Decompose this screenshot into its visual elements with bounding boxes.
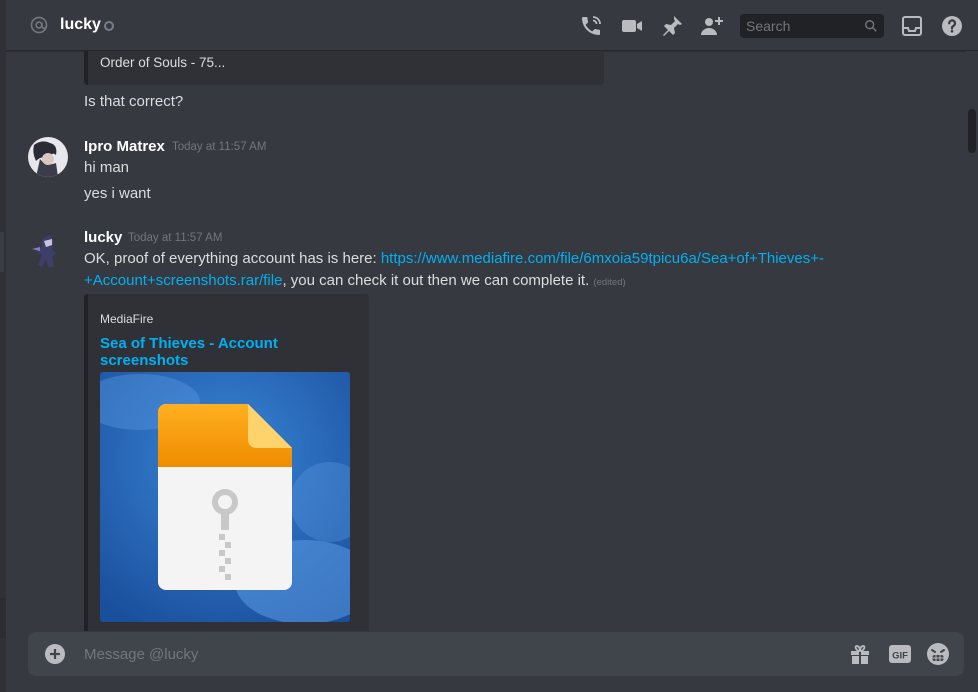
- user-avatar-image: [28, 137, 68, 177]
- emoji-picker-icon[interactable]: [926, 642, 950, 666]
- inbox-icon[interactable]: [900, 14, 924, 38]
- message-scrollbar[interactable]: [966, 51, 978, 631]
- channel-header: lucky: [6, 0, 978, 51]
- offline-status-icon: [104, 21, 114, 31]
- embed-provider[interactable]: MediaFire: [100, 312, 153, 326]
- sidebar-edge-marker: [0, 232, 4, 272]
- message-text: , you can check it out then we can compl…: [282, 272, 590, 289]
- search-box[interactable]: [740, 14, 884, 38]
- scrollbar-thumb[interactable]: [968, 109, 976, 153]
- edited-label: (edited): [593, 277, 626, 288]
- channel-title: lucky: [60, 16, 101, 33]
- message-timestamp: Today at 11:57 AM: [172, 141, 267, 153]
- message-text-line-1: OK, proof of everything account has is h…: [84, 248, 924, 270]
- embed-title[interactable]: Sea of Thieves - Account screenshots: [100, 335, 369, 369]
- pin-icon[interactable]: [660, 14, 684, 38]
- user-avatar-image: [28, 229, 68, 269]
- video-call-icon[interactable]: [620, 14, 644, 38]
- search-input[interactable]: [740, 14, 860, 38]
- mediafire-link-continued[interactable]: +Account+screenshots.rar/file: [84, 272, 282, 289]
- message-text: Is that correct?: [84, 93, 184, 110]
- avatar[interactable]: [28, 229, 68, 269]
- message-list[interactable]: Order of Souls - 75... Is that correct? …: [6, 51, 966, 631]
- attach-plus-icon[interactable]: [45, 644, 65, 664]
- message-composer: GIF: [28, 632, 964, 676]
- message-text: hi man: [84, 159, 130, 176]
- voice-call-icon[interactable]: [579, 14, 603, 38]
- archive-file-icon: [100, 372, 350, 622]
- app-window: lucky Search Order of Souls - 75... Is t…: [0, 0, 978, 692]
- message-input[interactable]: [84, 632, 824, 676]
- previous-embed-text: Order of Souls - 75...: [100, 55, 226, 70]
- svg-text:GIF: GIF: [892, 651, 908, 662]
- message-text: yes i want: [84, 185, 151, 202]
- mediafire-link[interactable]: https://www.mediafire.com/file/6mxoia59t…: [381, 250, 824, 267]
- message-timestamp: Today at 11:57 AM: [128, 232, 223, 244]
- message-text: OK, proof of everything account has is h…: [84, 250, 381, 267]
- message-text-line-2: +Account+screenshots.rar/file, you can c…: [84, 270, 924, 294]
- gift-icon[interactable]: [848, 642, 872, 666]
- gif-icon[interactable]: GIF: [888, 642, 912, 666]
- message-author[interactable]: lucky: [84, 229, 122, 246]
- search-icon: [865, 20, 877, 32]
- add-friend-icon[interactable]: [700, 14, 724, 38]
- avatar[interactable]: [28, 137, 68, 177]
- embed-thumbnail[interactable]: [100, 372, 350, 622]
- at-sign-icon: [30, 16, 48, 34]
- help-icon[interactable]: [940, 14, 964, 38]
- message-author[interactable]: Ipro Matrex: [84, 138, 165, 155]
- previous-embed: Order of Souls - 75...: [84, 51, 604, 85]
- link-embed: MediaFire Sea of Thieves - Account scree…: [84, 294, 369, 631]
